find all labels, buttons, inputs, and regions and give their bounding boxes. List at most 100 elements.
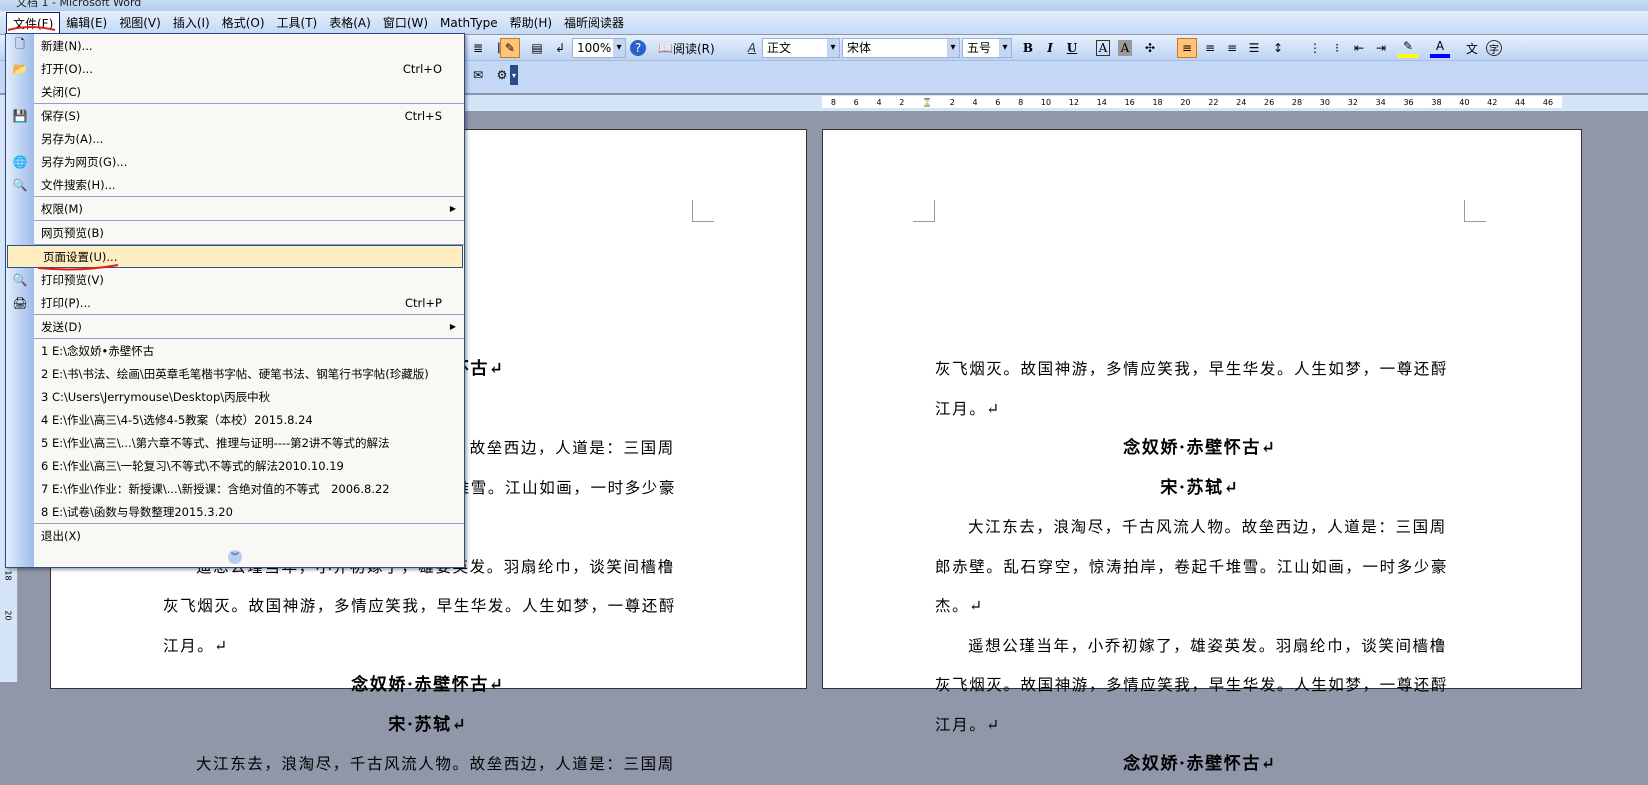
heading-line[interactable]: 念奴娇·赤壁怀古↵	[935, 745, 1465, 785]
numbering-icon[interactable]: ⋮	[1305, 38, 1325, 58]
decrease-indent-icon[interactable]: ⇤	[1349, 38, 1369, 58]
menu-item[interactable]: 权限(M) ▶	[6, 197, 464, 220]
open-folder-icon: 📂	[12, 61, 28, 76]
settings-doc-icon[interactable]: ⚙	[492, 65, 512, 85]
char-shading-button[interactable]: A	[1118, 40, 1132, 56]
char-scale-icon[interactable]: ✣	[1140, 38, 1160, 58]
styles-icon[interactable]: A	[742, 38, 762, 58]
increase-indent-icon[interactable]: ⇥	[1371, 38, 1391, 58]
menu-expand-button[interactable]: ︾	[6, 547, 464, 567]
menu-item[interactable]: 🔍 文件搜索(H)...	[6, 173, 464, 196]
menu-item[interactable]: 💾 保存(S) Ctrl+S	[6, 104, 464, 127]
menu-10[interactable]: 福昕阅读器	[558, 12, 630, 33]
page-text[interactable]: 灰飞烟灭。故国神游，多情应笑我，早生华发。人生如梦，一尊还酹 江月。↵ 念奴娇·赤壁…	[935, 350, 1465, 785]
submenu-arrow-icon: ▶	[449, 204, 456, 213]
help-icon[interactable]: ?	[630, 40, 646, 56]
mail-merge-icon[interactable]: ✉	[468, 65, 488, 85]
menu-8[interactable]: MathType	[434, 14, 504, 32]
menu-0[interactable]: 文件(F)	[6, 11, 61, 34]
paragraph-line[interactable]: 大江东去，浪淘尽，千古风流人物。故垒西边，人道是：三国周	[163, 745, 693, 785]
menu-item-label: 新建(N)...	[41, 38, 93, 53]
menu-item[interactable]: 1 E:\念奴娇•赤壁怀古	[6, 339, 464, 362]
document-page-right[interactable]: 灰飞烟灭。故国神游，多情应笑我，早生华发。人生如梦，一尊还酹 江月。↵ 念奴娇·赤壁…	[822, 129, 1582, 774]
menu-item[interactable]: 7 E:\作业\作业：新授课\...\新授课：含绝对值的不等式 2006.8.2…	[6, 477, 464, 500]
menu-item-label: 另存为网页(G)...	[41, 154, 128, 169]
read-button[interactable]: 📖 阅读(R)	[658, 38, 715, 58]
paragraph-line[interactable]: 郎赤壁。乱石穿空，惊涛拍岸，卷起千堆雪。江山如画，一时多少豪	[935, 548, 1465, 588]
heading-line[interactable]: 念奴娇·赤壁怀古↵	[163, 666, 693, 706]
ruler-tick: 2	[949, 97, 955, 107]
menu-item[interactable]: 退出(X)	[6, 524, 464, 547]
heading-line[interactable]: 宋·苏轼↵	[163, 706, 693, 746]
menu-item[interactable]: 🖨 打印(P)... Ctrl+P	[6, 291, 464, 314]
ruler-tick: 30	[1319, 97, 1330, 107]
style-select[interactable]: 正文	[762, 38, 840, 58]
paragraph-line[interactable]: 江月。↵	[935, 390, 1465, 430]
title-bar: 文档 1 - Microsoft Word	[0, 0, 1648, 11]
columns-icon[interactable]: ≣	[468, 38, 488, 58]
paragraph-line[interactable]: 灰飞烟灭。故国神游，多情应笑我，早生华发。人生如梦，一尊还酹	[935, 350, 1465, 390]
align-right-button[interactable]: ≡	[1222, 38, 1242, 58]
phonetic-guide-icon[interactable]: 文	[1462, 38, 1482, 58]
menu-7[interactable]: 窗口(W)	[377, 12, 434, 33]
menu-item[interactable]: 🗋 新建(N)...	[6, 34, 464, 57]
menu-item[interactable]: 🔍 打印预览(V)	[6, 268, 464, 291]
paragraph-line[interactable]: 江月。↵	[163, 627, 693, 667]
menu-9[interactable]: 帮助(H)	[504, 12, 558, 33]
bullets-icon[interactable]: ⁝	[1327, 38, 1347, 58]
bold-button[interactable]: B	[1018, 38, 1038, 58]
menu-item[interactable]: 3 C:\Users\Jerrymouse\Desktop\丙辰中秋	[6, 385, 464, 408]
char-border-button[interactable]: A	[1096, 40, 1110, 56]
menu-item[interactable]: 🌐 另存为网页(G)...	[6, 150, 464, 173]
menu-item-label: 保存(S)	[41, 108, 81, 123]
menu-item-label: 5 E:\作业\高三\...\第六章不等式、推理与证明----第2讲不等式的解法	[41, 435, 390, 450]
paragraph-mark-icon[interactable]: ↲	[550, 38, 570, 58]
ruler-scale[interactable]: 8 6 4 2 ⌛ 2 4 6 8 10 12 14 16 18 20 22 24 26 28 30 32 34 36 38 4…	[822, 96, 1562, 108]
menu-item[interactable]: 另存为(A)...	[6, 127, 464, 150]
paragraph-line[interactable]: 遥想公瑾当年，小乔初嫁了，雄姿英发。羽扇纶巾，谈笑间樯橹	[935, 627, 1465, 667]
align-center-button[interactable]: ≡	[1200, 38, 1220, 58]
paragraph-line[interactable]: 江月。↵	[935, 706, 1465, 746]
research-icon[interactable]: ✎	[500, 38, 520, 58]
menu-item[interactable]: 发送(D) ▶	[6, 315, 464, 338]
line-spacing-button[interactable]: ↕	[1268, 38, 1288, 58]
menu-3[interactable]: 插入(I)	[167, 12, 216, 33]
menu-item[interactable]: 8 E:\试卷\函数与导数整理2015.3.20	[6, 500, 464, 523]
menu-1[interactable]: 编辑(E)	[60, 12, 113, 33]
toolbar-options-chevron-icon[interactable]: ▾	[510, 65, 518, 85]
document-map-icon[interactable]: ▤	[527, 38, 547, 58]
paragraph-line[interactable]: 杰。↵	[935, 587, 1465, 627]
paragraph-line[interactable]: 大江东去，浪淘尽，千古风流人物。故垒西边，人道是：三国周	[935, 508, 1465, 548]
heading-line[interactable]: 宋·苏轼↵	[935, 469, 1465, 509]
menu-6[interactable]: 表格(A)	[323, 12, 377, 33]
menu-item[interactable]: 2 E:\书\书法、绘画\田英章毛笔楷书字帖、硬笔书法、钢笔行书字帖(珍藏版)	[6, 362, 464, 385]
menu-item-label: 1 E:\念奴娇•赤壁怀古	[41, 343, 155, 358]
menu-item[interactable]: 网页预览(B)	[6, 221, 464, 244]
italic-button[interactable]: I	[1040, 38, 1060, 58]
paragraph-line[interactable]: 灰飞烟灭。故国神游，多情应笑我，早生华发。人生如梦，一尊还酹	[935, 666, 1465, 706]
enclose-char-icon[interactable]: 字	[1486, 40, 1502, 56]
menu-4[interactable]: 格式(O)	[216, 12, 271, 33]
font-color-icon[interactable]: A	[1430, 38, 1450, 58]
menu-item[interactable]: 📂 打开(O)... Ctrl+O	[6, 57, 464, 80]
distribute-button[interactable]: ☰	[1244, 38, 1264, 58]
double-chevron-down-icon: ︾	[228, 550, 242, 564]
menu-item[interactable]: 页面设置(U)...	[7, 245, 463, 268]
align-justify-button[interactable]: ≡	[1177, 38, 1197, 58]
font-size-select[interactable]: 五号	[962, 38, 1012, 58]
menu-item-label: 4 E:\作业\高三\4-5\选修4-5教案（本校）2015.8.24	[41, 412, 313, 427]
menu-item-label: 另存为(A)...	[41, 131, 104, 146]
heading-line[interactable]: 念奴娇·赤壁怀古↵	[935, 429, 1465, 469]
menu-2[interactable]: 视图(V)	[113, 12, 167, 33]
highlight-icon[interactable]: ✎	[1398, 38, 1418, 58]
menu-item[interactable]: 6 E:\作业\高三\一轮复习\不等式\不等式的解法2010.10.19	[6, 454, 464, 477]
menu-5[interactable]: 工具(T)	[271, 12, 324, 33]
menu-item[interactable]: 4 E:\作业\高三\4-5\选修4-5教案（本校）2015.8.24	[6, 408, 464, 431]
ruler-tick: 14	[1096, 97, 1107, 107]
menu-item[interactable]: 关闭(C)	[6, 80, 464, 103]
paragraph-line[interactable]: 灰飞烟灭。故国神游，多情应笑我，早生华发。人生如梦，一尊还酹	[163, 587, 693, 627]
menu-item[interactable]: 5 E:\作业\高三\...\第六章不等式、推理与证明----第2讲不等式的解法	[6, 431, 464, 454]
zoom-select[interactable]: 100%	[572, 38, 626, 58]
underline-button[interactable]: U	[1062, 38, 1082, 58]
font-select[interactable]: 宋体	[842, 38, 960, 58]
